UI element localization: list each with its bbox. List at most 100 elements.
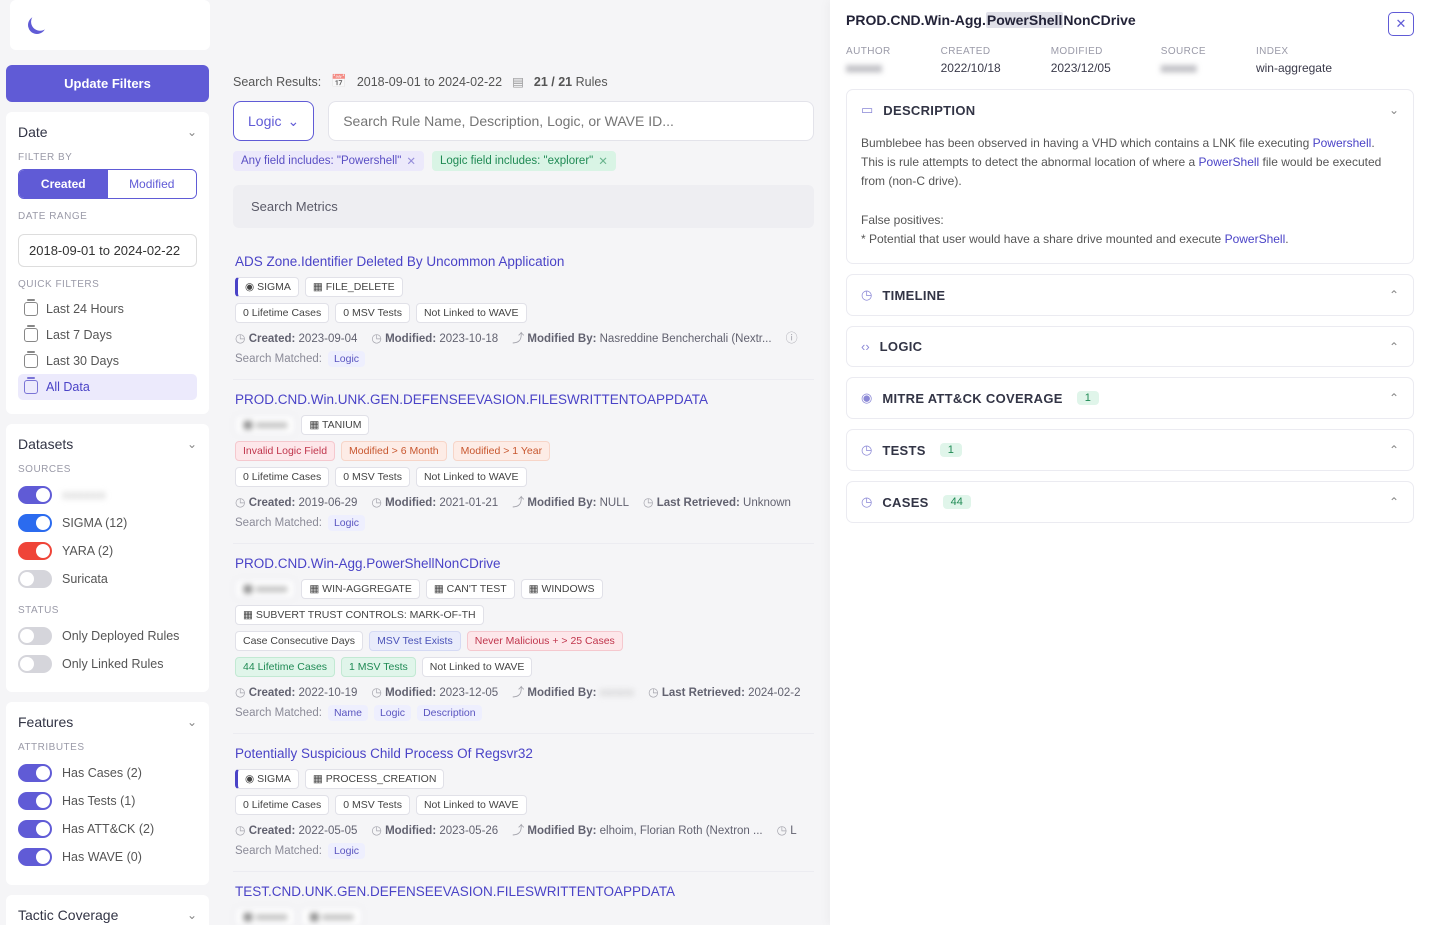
rule-stat-tag: 0 MSV Tests — [335, 467, 410, 487]
toggle[interactable] — [18, 542, 52, 560]
rule-warn-tag: Case Consecutive Days — [235, 631, 363, 651]
date-panel-header[interactable]: Date ⌄ — [18, 124, 197, 140]
rule-tag: ▦ xxxxxx — [235, 907, 295, 925]
close-icon[interactable]: ✕ — [598, 154, 608, 168]
tactic-panel-header[interactable]: Tactic Coverage ⌄ — [18, 907, 197, 923]
meta-label: SOURCE — [1161, 46, 1206, 57]
theme-toggle-icon[interactable] — [25, 13, 48, 36]
main-content: Search Results: 📅 2018-09-01 to 2024-02-… — [215, 60, 830, 925]
meta-value: win-aggregate — [1256, 61, 1332, 75]
accordion-header[interactable]: ◉MITRE ATT&CK COVERAGE1⌃ — [847, 378, 1413, 418]
source-toggle: xxxxxxx — [18, 481, 197, 509]
toggle[interactable] — [18, 655, 52, 673]
quick-filter-all-data[interactable]: All Data — [18, 374, 197, 400]
accordion-logic: ‹›LOGIC⌃ — [846, 326, 1414, 367]
logic-dropdown[interactable]: Logic ⌄ — [233, 101, 314, 141]
rule-title[interactable]: PROD.CND.Win.UNK.GEN.DEFENSEEVASION.FILE… — [235, 392, 812, 407]
section-icon: ‹› — [861, 339, 870, 354]
quick-filter-last-30-days[interactable]: Last 30 Days — [18, 348, 197, 374]
chevron-up-icon: ⌃ — [1389, 288, 1399, 302]
close-detail-button[interactable]: ✕ — [1388, 12, 1414, 36]
features-heading: Features — [18, 714, 73, 730]
toggle[interactable] — [18, 570, 52, 588]
seg-created[interactable]: Created — [19, 170, 108, 198]
date-heading: Date — [18, 124, 48, 140]
accordion-mitre-att-ck-coverage: ◉MITRE ATT&CK COVERAGE1⌃ — [846, 377, 1414, 419]
rule-item: TEST.CND.UNK.GEN.DEFENSEEVASION.FILESWRI… — [233, 871, 814, 925]
search-matched: Search Matched:Logic — [235, 351, 812, 367]
rule-tag: ◉ SIGMA — [235, 769, 299, 789]
features-panel: Features ⌄ ATTRIBUTES Has Cases (2)Has T… — [6, 702, 209, 885]
rule-title[interactable]: ADS Zone.Identifier Deleted By Uncommon … — [235, 254, 812, 269]
toggle[interactable] — [18, 792, 52, 810]
toggle[interactable] — [18, 848, 52, 866]
sr-label: Search Results: — [233, 75, 321, 89]
meta-value: 2023/12/05 — [1051, 61, 1111, 75]
filter-by-label: FILTER BY — [18, 152, 197, 163]
filter-chip-logic[interactable]: Logic field includes: "explorer"✕ — [432, 151, 616, 171]
rule-warn-tag: Invalid Logic Field — [235, 441, 335, 461]
toggle[interactable] — [18, 627, 52, 645]
count-badge: 1 — [1077, 391, 1099, 405]
rule-tag: ▦ xxxxxx — [301, 907, 361, 925]
update-filters-button[interactable]: Update Filters — [6, 65, 209, 102]
created-modified-toggle[interactable]: Created Modified — [18, 169, 197, 199]
toggle[interactable] — [18, 514, 52, 532]
section-icon: ◷ — [861, 287, 872, 303]
accordion-header[interactable]: ◷TIMELINE⌃ — [847, 275, 1413, 315]
date-range-input[interactable] — [18, 234, 197, 267]
rule-item: PROD.CND.Win-Agg.PowerShellNonCDrive ▦ xx… — [233, 543, 814, 733]
chevron-down-icon: ⌄ — [187, 125, 197, 139]
calendar-icon — [24, 302, 38, 316]
accordion-cases: ◷CASES44⌃ — [846, 481, 1414, 523]
rule-tag: ▦ SUBVERT TRUST CONTROLS: MARK-OF-TH — [235, 605, 484, 625]
rule-title[interactable]: Potentially Suspicious Child Process Of … — [235, 746, 812, 761]
tactic-heading: Tactic Coverage — [18, 907, 118, 923]
datasets-panel-header[interactable]: Datasets ⌄ — [18, 436, 197, 452]
rule-stat-tag: 0 Lifetime Cases — [235, 795, 329, 815]
datasets-panel: Datasets ⌄ SOURCES xxxxxxxSIGMA (12)YARA… — [6, 424, 209, 692]
accordion-timeline: ◷TIMELINE⌃ — [846, 274, 1414, 316]
rule-warn-tag: Modified > 1 Year — [453, 441, 550, 461]
sr-range: 2018-09-01 to 2024-02-22 — [357, 75, 502, 89]
section-icon: ◷ — [861, 494, 872, 510]
quick-filter-last-24-hours[interactable]: Last 24 Hours — [18, 296, 197, 322]
rule-stat-tag: Not Linked to WAVE — [416, 303, 527, 323]
filter-chip-any[interactable]: Any field includes: "Powershell"✕ — [233, 151, 424, 171]
source-toggle: SIGMA (12) — [18, 509, 197, 537]
tactic-panel: Tactic Coverage ⌄ — [6, 895, 209, 925]
rule-stat-tag: 0 Lifetime Cases — [235, 467, 329, 487]
search-matched: Search Matched:Logic — [235, 843, 812, 859]
date-range-label: DATE RANGE — [18, 211, 197, 222]
quick-filter-last-7-days[interactable]: Last 7 Days — [18, 322, 197, 348]
calendar-icon — [24, 328, 38, 342]
search-metrics-panel[interactable]: Search Metrics — [233, 185, 814, 228]
logic-label: Logic — [248, 113, 281, 129]
rule-title[interactable]: TEST.CND.UNK.GEN.DEFENSEEVASION.FILESWRI… — [235, 884, 812, 899]
source-toggle: Suricata — [18, 565, 197, 593]
accordion-header[interactable]: ◷TESTS1⌃ — [847, 430, 1413, 470]
accordion-header[interactable]: ◷CASES44⌃ — [847, 482, 1413, 522]
search-input[interactable] — [328, 101, 814, 141]
rule-tag: ▦ TANIUM — [301, 415, 369, 435]
rule-tag: ▦ CAN'T TEST — [426, 579, 515, 599]
toggle[interactable] — [18, 486, 52, 504]
seg-modified[interactable]: Modified — [108, 170, 197, 198]
calendar-icon — [24, 354, 38, 368]
chevron-down-icon: ⌄ — [187, 715, 197, 729]
toggle[interactable] — [18, 764, 52, 782]
rule-tag: ▦ xxxxxx — [235, 579, 295, 599]
description-header[interactable]: ▭DESCRIPTION ⌄ — [847, 90, 1413, 130]
rule-title[interactable]: PROD.CND.Win-Agg.PowerShellNonCDrive — [235, 556, 812, 571]
rule-meta: ◷ Created: 2022-10-19◷ Modified: 2023-12… — [235, 683, 812, 700]
toggle[interactable] — [18, 820, 52, 838]
features-panel-header[interactable]: Features ⌄ — [18, 714, 197, 730]
search-results-summary: Search Results: 📅 2018-09-01 to 2024-02-… — [233, 74, 814, 89]
rule-meta: ◷ Created: 2023-09-04◷ Modified: 2023-10… — [235, 329, 812, 346]
close-icon[interactable]: ✕ — [406, 154, 416, 168]
accordion-header[interactable]: ‹›LOGIC⌃ — [847, 327, 1413, 366]
description-body: Bumblebee has been observed in having a … — [847, 130, 1413, 263]
rule-stat-tag: 0 Lifetime Cases — [235, 303, 329, 323]
meta-label: AUTHOR — [846, 46, 891, 57]
source-toggle: YARA (2) — [18, 537, 197, 565]
